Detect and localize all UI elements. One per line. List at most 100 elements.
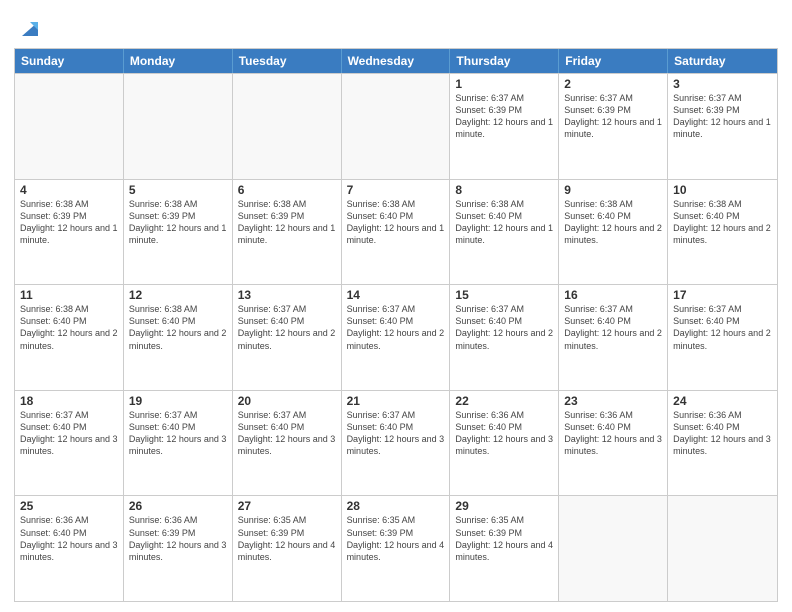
calendar-cell-2-5: 16Sunrise: 6:37 AM Sunset: 6:40 PM Dayli… xyxy=(559,285,668,390)
day-number: 28 xyxy=(347,499,445,513)
calendar-cell-1-2: 6Sunrise: 6:38 AM Sunset: 6:39 PM Daylig… xyxy=(233,180,342,285)
day-number: 10 xyxy=(673,183,772,197)
header-saturday: Saturday xyxy=(668,49,777,73)
calendar-cell-2-6: 17Sunrise: 6:37 AM Sunset: 6:40 PM Dayli… xyxy=(668,285,777,390)
day-number: 9 xyxy=(564,183,662,197)
calendar-cell-3-6: 24Sunrise: 6:36 AM Sunset: 6:40 PM Dayli… xyxy=(668,391,777,496)
calendar-cell-4-6 xyxy=(668,496,777,601)
calendar-cell-0-2 xyxy=(233,74,342,179)
day-number: 18 xyxy=(20,394,118,408)
day-info: Sunrise: 6:37 AM Sunset: 6:40 PM Dayligh… xyxy=(238,409,336,458)
calendar-cell-3-2: 20Sunrise: 6:37 AM Sunset: 6:40 PM Dayli… xyxy=(233,391,342,496)
calendar-cell-0-3 xyxy=(342,74,451,179)
day-number: 4 xyxy=(20,183,118,197)
day-info: Sunrise: 6:38 AM Sunset: 6:39 PM Dayligh… xyxy=(238,198,336,247)
day-info: Sunrise: 6:37 AM Sunset: 6:40 PM Dayligh… xyxy=(673,303,772,352)
day-info: Sunrise: 6:37 AM Sunset: 6:40 PM Dayligh… xyxy=(238,303,336,352)
day-info: Sunrise: 6:38 AM Sunset: 6:40 PM Dayligh… xyxy=(20,303,118,352)
day-number: 8 xyxy=(455,183,553,197)
calendar-cell-0-0 xyxy=(15,74,124,179)
calendar-cell-1-0: 4Sunrise: 6:38 AM Sunset: 6:39 PM Daylig… xyxy=(15,180,124,285)
calendar-cell-0-1 xyxy=(124,74,233,179)
day-info: Sunrise: 6:35 AM Sunset: 6:39 PM Dayligh… xyxy=(455,514,553,563)
calendar-header: Sunday Monday Tuesday Wednesday Thursday… xyxy=(15,49,777,73)
day-info: Sunrise: 6:38 AM Sunset: 6:39 PM Dayligh… xyxy=(129,198,227,247)
day-number: 2 xyxy=(564,77,662,91)
day-number: 13 xyxy=(238,288,336,302)
day-info: Sunrise: 6:37 AM Sunset: 6:39 PM Dayligh… xyxy=(673,92,772,141)
calendar-cell-2-4: 15Sunrise: 6:37 AM Sunset: 6:40 PM Dayli… xyxy=(450,285,559,390)
calendar-cell-2-2: 13Sunrise: 6:37 AM Sunset: 6:40 PM Dayli… xyxy=(233,285,342,390)
calendar-cell-2-0: 11Sunrise: 6:38 AM Sunset: 6:40 PM Dayli… xyxy=(15,285,124,390)
calendar-week-3: 18Sunrise: 6:37 AM Sunset: 6:40 PM Dayli… xyxy=(15,390,777,496)
day-number: 7 xyxy=(347,183,445,197)
logo xyxy=(14,14,44,42)
day-info: Sunrise: 6:37 AM Sunset: 6:40 PM Dayligh… xyxy=(347,303,445,352)
calendar-body: 1Sunrise: 6:37 AM Sunset: 6:39 PM Daylig… xyxy=(15,73,777,601)
day-number: 3 xyxy=(673,77,772,91)
day-info: Sunrise: 6:37 AM Sunset: 6:40 PM Dayligh… xyxy=(455,303,553,352)
day-info: Sunrise: 6:37 AM Sunset: 6:40 PM Dayligh… xyxy=(564,303,662,352)
calendar-cell-4-2: 27Sunrise: 6:35 AM Sunset: 6:39 PM Dayli… xyxy=(233,496,342,601)
day-number: 1 xyxy=(455,77,553,91)
day-info: Sunrise: 6:36 AM Sunset: 6:40 PM Dayligh… xyxy=(673,409,772,458)
day-number: 29 xyxy=(455,499,553,513)
day-number: 11 xyxy=(20,288,118,302)
day-info: Sunrise: 6:38 AM Sunset: 6:40 PM Dayligh… xyxy=(455,198,553,247)
day-info: Sunrise: 6:38 AM Sunset: 6:40 PM Dayligh… xyxy=(564,198,662,247)
day-info: Sunrise: 6:36 AM Sunset: 6:40 PM Dayligh… xyxy=(564,409,662,458)
calendar-cell-3-4: 22Sunrise: 6:36 AM Sunset: 6:40 PM Dayli… xyxy=(450,391,559,496)
calendar-cell-1-4: 8Sunrise: 6:38 AM Sunset: 6:40 PM Daylig… xyxy=(450,180,559,285)
header-thursday: Thursday xyxy=(450,49,559,73)
day-number: 25 xyxy=(20,499,118,513)
header-friday: Friday xyxy=(559,49,668,73)
day-info: Sunrise: 6:37 AM Sunset: 6:39 PM Dayligh… xyxy=(564,92,662,141)
day-info: Sunrise: 6:37 AM Sunset: 6:40 PM Dayligh… xyxy=(347,409,445,458)
day-number: 12 xyxy=(129,288,227,302)
calendar-cell-1-5: 9Sunrise: 6:38 AM Sunset: 6:40 PM Daylig… xyxy=(559,180,668,285)
header xyxy=(14,10,778,42)
calendar-week-0: 1Sunrise: 6:37 AM Sunset: 6:39 PM Daylig… xyxy=(15,73,777,179)
day-number: 22 xyxy=(455,394,553,408)
day-number: 15 xyxy=(455,288,553,302)
calendar-cell-4-0: 25Sunrise: 6:36 AM Sunset: 6:40 PM Dayli… xyxy=(15,496,124,601)
day-info: Sunrise: 6:38 AM Sunset: 6:40 PM Dayligh… xyxy=(129,303,227,352)
calendar-cell-0-6: 3Sunrise: 6:37 AM Sunset: 6:39 PM Daylig… xyxy=(668,74,777,179)
calendar-week-2: 11Sunrise: 6:38 AM Sunset: 6:40 PM Dayli… xyxy=(15,284,777,390)
day-number: 14 xyxy=(347,288,445,302)
page: Sunday Monday Tuesday Wednesday Thursday… xyxy=(0,0,792,612)
calendar-cell-2-3: 14Sunrise: 6:37 AM Sunset: 6:40 PM Dayli… xyxy=(342,285,451,390)
day-info: Sunrise: 6:35 AM Sunset: 6:39 PM Dayligh… xyxy=(347,514,445,563)
day-number: 27 xyxy=(238,499,336,513)
day-number: 19 xyxy=(129,394,227,408)
calendar-cell-3-1: 19Sunrise: 6:37 AM Sunset: 6:40 PM Dayli… xyxy=(124,391,233,496)
calendar-cell-3-5: 23Sunrise: 6:36 AM Sunset: 6:40 PM Dayli… xyxy=(559,391,668,496)
day-info: Sunrise: 6:38 AM Sunset: 6:40 PM Dayligh… xyxy=(347,198,445,247)
calendar-cell-1-3: 7Sunrise: 6:38 AM Sunset: 6:40 PM Daylig… xyxy=(342,180,451,285)
day-number: 21 xyxy=(347,394,445,408)
day-number: 23 xyxy=(564,394,662,408)
calendar-cell-4-1: 26Sunrise: 6:36 AM Sunset: 6:39 PM Dayli… xyxy=(124,496,233,601)
day-number: 5 xyxy=(129,183,227,197)
day-info: Sunrise: 6:36 AM Sunset: 6:40 PM Dayligh… xyxy=(455,409,553,458)
day-info: Sunrise: 6:36 AM Sunset: 6:40 PM Dayligh… xyxy=(20,514,118,563)
calendar-cell-0-5: 2Sunrise: 6:37 AM Sunset: 6:39 PM Daylig… xyxy=(559,74,668,179)
day-info: Sunrise: 6:37 AM Sunset: 6:40 PM Dayligh… xyxy=(20,409,118,458)
day-number: 24 xyxy=(673,394,772,408)
calendar-cell-1-6: 10Sunrise: 6:38 AM Sunset: 6:40 PM Dayli… xyxy=(668,180,777,285)
header-tuesday: Tuesday xyxy=(233,49,342,73)
calendar-cell-2-1: 12Sunrise: 6:38 AM Sunset: 6:40 PM Dayli… xyxy=(124,285,233,390)
calendar: Sunday Monday Tuesday Wednesday Thursday… xyxy=(14,48,778,602)
day-info: Sunrise: 6:35 AM Sunset: 6:39 PM Dayligh… xyxy=(238,514,336,563)
day-number: 17 xyxy=(673,288,772,302)
day-number: 20 xyxy=(238,394,336,408)
day-info: Sunrise: 6:38 AM Sunset: 6:39 PM Dayligh… xyxy=(20,198,118,247)
calendar-cell-4-5 xyxy=(559,496,668,601)
calendar-cell-4-4: 29Sunrise: 6:35 AM Sunset: 6:39 PM Dayli… xyxy=(450,496,559,601)
day-info: Sunrise: 6:37 AM Sunset: 6:39 PM Dayligh… xyxy=(455,92,553,141)
day-info: Sunrise: 6:37 AM Sunset: 6:40 PM Dayligh… xyxy=(129,409,227,458)
logo-icon xyxy=(16,14,44,42)
calendar-cell-4-3: 28Sunrise: 6:35 AM Sunset: 6:39 PM Dayli… xyxy=(342,496,451,601)
calendar-cell-3-3: 21Sunrise: 6:37 AM Sunset: 6:40 PM Dayli… xyxy=(342,391,451,496)
day-number: 6 xyxy=(238,183,336,197)
